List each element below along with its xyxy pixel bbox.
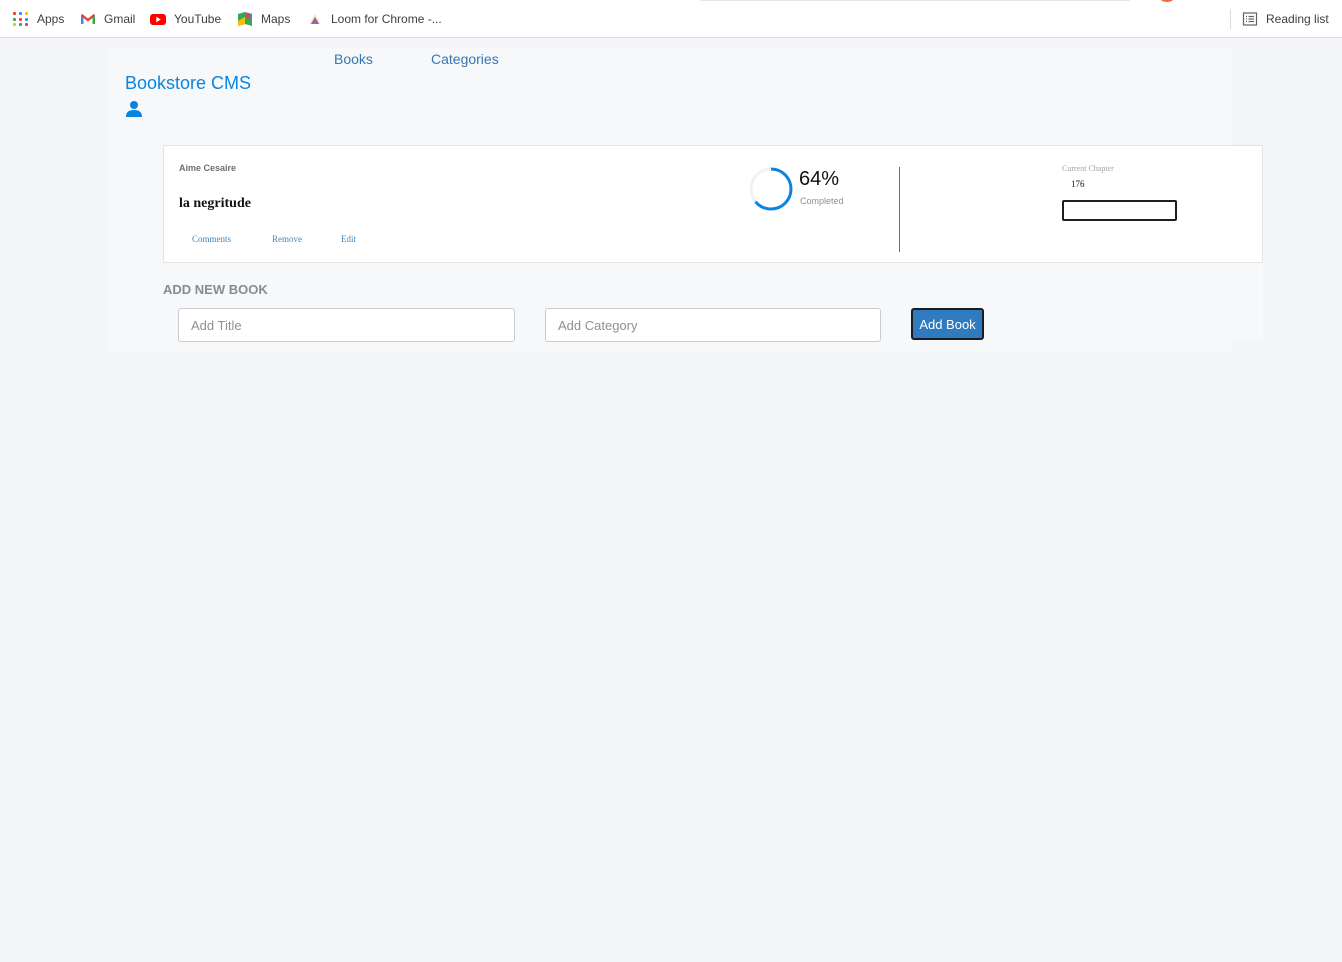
current-chapter-value: 176: [1071, 179, 1085, 189]
extension-icon[interactable]: [1160, 0, 1174, 2]
bookmark-loom[interactable]: Loom for Chrome -...: [307, 10, 442, 28]
form-panel: [1232, 263, 1263, 341]
card-divider: [899, 167, 900, 252]
progress-percent: 64%: [799, 168, 840, 190]
nav-categories-link[interactable]: Categories: [431, 51, 499, 67]
remove-button[interactable]: Remove: [272, 234, 302, 244]
reading-list-label: Reading list: [1266, 12, 1329, 26]
reading-list-button[interactable]: Reading list: [1242, 10, 1329, 28]
loom-icon: [307, 11, 323, 27]
reading-list-icon: [1242, 11, 1258, 27]
title-input[interactable]: [178, 308, 515, 342]
add-book-button[interactable]: Add Book: [911, 308, 984, 340]
add-book-heading: ADD NEW BOOK: [163, 282, 268, 297]
bookmark-youtube[interactable]: YouTube: [150, 10, 221, 28]
bookmark-gmail[interactable]: Gmail: [80, 10, 135, 28]
brand-title: Bookstore CMS: [125, 73, 252, 93]
bookmark-maps-label: Maps: [261, 12, 291, 26]
bookmark-youtube-label: YouTube: [174, 12, 222, 26]
book-author: Aime Cesaire: [179, 163, 237, 173]
bookmark-loom-label: Loom for Chrome -...: [331, 12, 442, 26]
tab-edge: [700, 0, 1130, 1]
nav-books-link[interactable]: Books: [334, 51, 373, 67]
update-progress-button[interactable]: [1062, 200, 1177, 221]
user-icon[interactable]: [125, 100, 143, 118]
maps-icon: [237, 11, 253, 27]
bookmark-apps[interactable]: Apps: [13, 10, 64, 28]
category-input[interactable]: [545, 308, 881, 342]
bookmark-apps-label: Apps: [37, 12, 65, 26]
gmail-icon: [80, 11, 96, 27]
comments-button[interactable]: Comments: [192, 234, 231, 244]
youtube-icon: [150, 11, 166, 27]
bookmarks-separator: [1230, 9, 1231, 29]
progress-ring: [749, 167, 793, 211]
book-title: la negritude: [179, 196, 251, 211]
progress-completed-label: Completed: [800, 196, 844, 206]
bookmark-maps[interactable]: Maps: [237, 10, 290, 28]
bookmarks-bar: Apps Gmail YouTube Maps Loom for Chrome …: [0, 0, 1342, 38]
edit-button[interactable]: Edit: [341, 234, 356, 244]
apps-grid-icon: [13, 11, 29, 27]
current-chapter-label: Current Chapter: [1062, 164, 1114, 173]
bookmark-gmail-label: Gmail: [104, 12, 136, 26]
